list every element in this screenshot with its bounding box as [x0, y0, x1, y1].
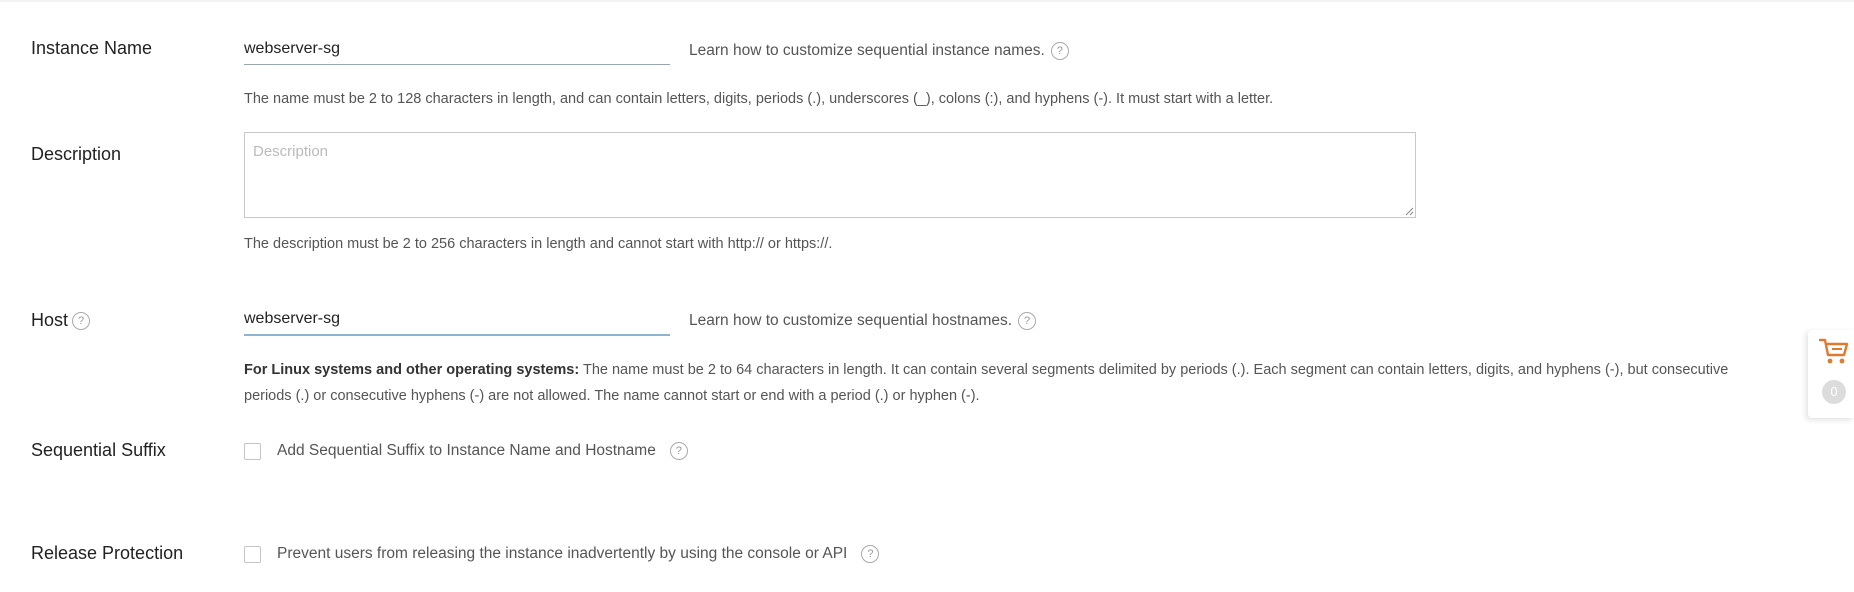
sequential-suffix-checkbox[interactable]	[244, 443, 261, 460]
description-textarea[interactable]	[244, 132, 1416, 218]
question-icon[interactable]: ?	[669, 442, 688, 460]
cart-count-badge: 0	[1822, 380, 1846, 404]
question-icon[interactable]: ?	[1050, 42, 1069, 60]
host-label: Host?	[31, 310, 91, 331]
release-protection-label: Release Protection	[31, 543, 184, 563]
host-hint: For Linux systems and other operating sy…	[244, 357, 1764, 409]
sequential-suffix-checkbox-label[interactable]: Add Sequential Suffix to Instance Name a…	[277, 442, 656, 459]
host-input[interactable]	[244, 304, 670, 336]
host-label-text: Host	[31, 310, 69, 330]
release-protection-option[interactable]: Prevent users from releasing the instanc…	[277, 545, 880, 563]
release-protection-checkbox-label[interactable]: Prevent users from releasing the instanc…	[277, 545, 847, 562]
instance-name-help-link[interactable]: Learn how to customize sequential instan…	[689, 42, 1045, 59]
host-hint-bold: For Linux systems and other operating sy…	[244, 362, 580, 378]
release-protection-checkbox[interactable]	[244, 546, 261, 563]
top-divider	[0, 0, 1854, 2]
question-icon[interactable]: ?	[72, 312, 91, 331]
description-hint: The description must be 2 to 256 charact…	[244, 236, 833, 252]
description-label: Description	[31, 144, 122, 164]
cart-widget[interactable]: 0	[1808, 330, 1854, 418]
instance-name-label: Instance Name	[31, 38, 153, 58]
shopping-cart-icon[interactable]	[1818, 336, 1850, 366]
resize-grip-icon[interactable]	[1404, 206, 1414, 216]
question-icon[interactable]: ?	[1018, 312, 1037, 330]
sequential-suffix-option[interactable]: Add Sequential Suffix to Instance Name a…	[277, 442, 688, 460]
host-help[interactable]: Learn how to customize sequential hostna…	[689, 312, 1037, 330]
sequential-suffix-label: Sequential Suffix	[31, 440, 166, 460]
instance-name-hint: The name must be 2 to 128 characters in …	[244, 91, 1274, 107]
instance-name-help[interactable]: Learn how to customize sequential instan…	[689, 42, 1069, 60]
instance-name-input[interactable]	[244, 34, 670, 65]
host-help-link[interactable]: Learn how to customize sequential hostna…	[689, 312, 1012, 329]
question-icon[interactable]: ?	[861, 545, 880, 563]
